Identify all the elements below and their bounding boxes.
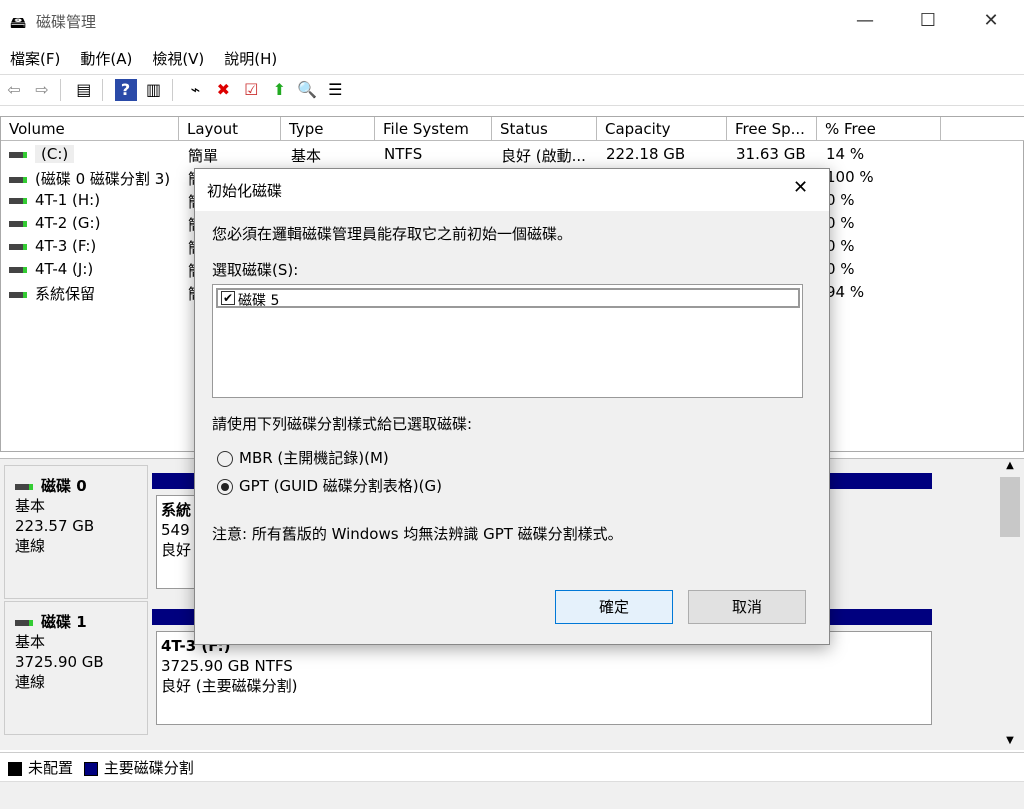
select-disk-label: 選取磁碟(S):	[212, 261, 299, 279]
col-pct-free[interactable]: % Free	[817, 117, 941, 141]
note-text: 注意: 所有舊版的 Windows 均無法辨識 GPT 磁碟分割樣式。	[212, 525, 623, 543]
legend: 未配置 主要磁碟分割	[0, 752, 1024, 780]
col-layout[interactable]: Layout	[179, 117, 281, 141]
gpt-radio[interactable]	[217, 478, 233, 495]
dialog-close-button[interactable]: ✕	[793, 177, 808, 198]
check-icon[interactable]: ☑	[240, 79, 262, 101]
scroll-thumb[interactable]	[1000, 477, 1020, 537]
delete-icon[interactable]: ✖	[212, 79, 234, 101]
table-row[interactable]: (C:) 簡單 基本 NTFS 良好 (啟動... 222.18 GB 31.6…	[1, 143, 1024, 166]
menu-view[interactable]: 檢視(V)	[142, 44, 214, 73]
disk-icon	[15, 619, 33, 626]
dialog-title: 初始化磁碟	[207, 182, 283, 200]
menu-action[interactable]: 動作(A)	[70, 44, 142, 73]
col-capacity[interactable]: Capacity	[597, 117, 727, 141]
partition-4t-3[interactable]: 4T-3 (F:) 3725.90 GB NTFS 良好 (主要磁碟分割)	[156, 631, 932, 725]
disk-list-item[interactable]: ✔ 磁碟 5	[216, 288, 800, 309]
disk-checkbox[interactable]: ✔	[221, 291, 235, 305]
scrollbar[interactable]: ▲ ▼	[998, 460, 1022, 748]
disk-list[interactable]: ✔ 磁碟 5	[212, 284, 803, 398]
cancel-button[interactable]: 取消	[688, 590, 806, 624]
menu-bar: 檔案(F) 動作(A) 檢視(V) 說明(H)	[0, 44, 1024, 72]
initialize-disk-dialog: 初始化磁碟 ✕ 您必須在邏輯磁碟管理員能存取它之前初始一個磁碟。 選取磁碟(S)…	[194, 168, 830, 645]
minimize-button[interactable]: —	[842, 6, 888, 36]
col-status[interactable]: Status	[492, 117, 597, 141]
partition-style-label: 請使用下列磁碟分割樣式給已選取磁碟:	[212, 415, 473, 433]
console-tree-icon[interactable]: ▤	[73, 79, 95, 101]
disk-icon	[15, 483, 33, 490]
col-free[interactable]: Free Sp...	[727, 117, 817, 141]
show-pane-icon[interactable]: ▥	[143, 79, 165, 101]
mbr-option[interactable]: MBR (主開機記錄)(M)	[217, 447, 389, 468]
disk-0-info[interactable]: 磁碟 0 基本 223.57 GB 連線	[4, 465, 148, 599]
col-volume[interactable]: Volume	[1, 117, 179, 141]
app-icon: 🖴	[10, 13, 27, 32]
toolbar: ⇦ ⇨ ▤ ? ▥ ⌁ ✖ ☑ ⬆ 🔍 ☰	[0, 74, 1024, 106]
mbr-radio[interactable]	[217, 450, 233, 467]
help-icon[interactable]: ?	[114, 79, 137, 101]
search-icon[interactable]: 🔍	[296, 79, 318, 101]
title-bar: 🖴 磁碟管理 — ☐ ✕	[0, 0, 1024, 42]
close-button[interactable]: ✕	[968, 6, 1014, 36]
status-bar	[0, 781, 1024, 809]
properties-icon[interactable]: ☰	[324, 79, 346, 101]
col-type[interactable]: Type	[281, 117, 375, 141]
disk-1-info[interactable]: 磁碟 1 基本 3725.90 GB 連線	[4, 601, 148, 735]
drive-icon	[9, 151, 27, 158]
connect-icon[interactable]: ⌁	[184, 79, 206, 101]
menu-help[interactable]: 說明(H)	[214, 44, 287, 73]
gpt-option[interactable]: GPT (GUID 磁碟分割表格)(G)	[217, 475, 442, 496]
ok-button[interactable]: 確定	[555, 590, 673, 624]
up-icon[interactable]: ⬆	[268, 79, 290, 101]
forward-icon[interactable]: ⇨	[31, 79, 53, 101]
dialog-message: 您必須在邏輯磁碟管理員能存取它之前初始一個磁碟。	[212, 225, 573, 243]
col-filesystem[interactable]: File System	[375, 117, 492, 141]
maximize-button[interactable]: ☐	[905, 6, 951, 36]
menu-file[interactable]: 檔案(F)	[0, 44, 70, 73]
window-title: 磁碟管理	[36, 13, 97, 31]
back-icon[interactable]: ⇦	[3, 79, 25, 101]
